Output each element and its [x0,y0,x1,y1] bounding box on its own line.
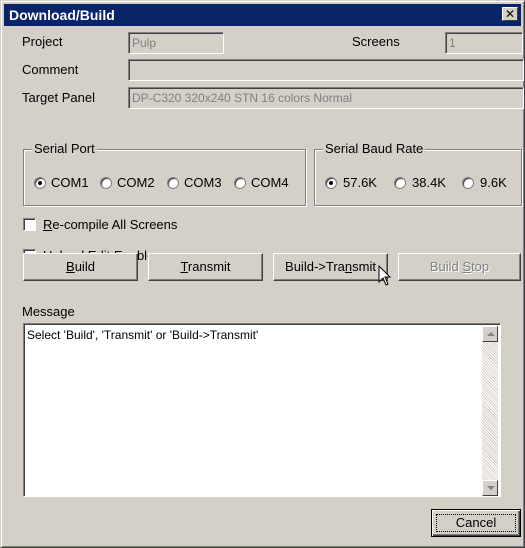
scroll-up-button[interactable] [482,326,498,342]
serial-port-title: Serial Port [32,141,97,156]
download-build-dialog: Download/Build ✕ Project Pulp Screens 1 … [0,0,525,548]
build-transmit-label-pre: Build->Tra [285,259,345,274]
com2-radio[interactable] [100,177,112,189]
build-transmit-label-rest: smit [352,259,376,274]
message-text: Select 'Build', 'Transmit' or 'Build->Tr… [27,328,259,342]
recompile-accesskey: R [43,217,53,232]
selected-dot-icon [38,181,42,185]
com1-radio[interactable] [34,177,46,189]
comment-label: Comment [22,62,79,77]
target-panel-label: Target Panel [22,90,95,105]
baud-57k-radio[interactable] [325,177,337,189]
project-field: Pulp [128,32,224,54]
build-button[interactable]: Build [23,253,138,281]
arrow-up-icon [487,332,495,336]
arrow-down-icon [487,486,495,490]
baud-9k-radio[interactable] [462,177,474,189]
recompile-checkbox[interactable] [23,218,36,231]
com4-radio[interactable] [234,177,246,189]
close-button[interactable]: ✕ [502,7,518,21]
transmit-button[interactable]: Transmit [148,253,263,281]
build-stop-button[interactable]: Build Stop [398,253,521,281]
message-label: Message [22,304,75,319]
serial-baud-title: Serial Baud Rate [323,141,426,156]
recompile-label[interactable]: Re-compile All Screens [43,217,177,232]
build-stop-accesskey: S [462,259,472,274]
project-label: Project [22,34,63,49]
screens-field: 1 [445,32,523,54]
com1-label[interactable]: COM1 [51,175,89,190]
baud-9k-label[interactable]: 9.6K [480,175,507,190]
build-stop-label-rest: top [471,259,490,274]
scroll-down-button[interactable] [482,480,498,496]
title-bar[interactable]: Download/Build ✕ [4,4,521,26]
mouse-cursor-icon [378,265,392,286]
build-label: uild [74,259,95,274]
build-stop-label-pre: Build [429,259,463,274]
message-scrollbar[interactable] [482,326,498,496]
comment-field [128,59,524,81]
screens-label: Screens [352,34,400,49]
com3-radio[interactable] [167,177,179,189]
selected-dot-icon [329,181,333,185]
recompile-label-text: e-compile All Screens [52,217,178,232]
transmit-label: ransmit [187,259,231,274]
build-transmit-button[interactable]: Build->Transmit [273,253,388,281]
close-icon: ✕ [504,7,516,21]
cancel-button[interactable]: Cancel [431,509,521,537]
focus-rectangle [436,514,516,532]
transmit-accesskey: T [180,259,188,274]
com4-label[interactable]: COM4 [251,175,289,190]
baud-57k-label[interactable]: 57.6K [343,175,377,190]
window-title: Download/Build [9,7,115,23]
target-panel-field: DP-C320 320x240 STN 16 colors Normal [128,87,524,109]
baud-38k-radio[interactable] [394,177,406,189]
com3-label[interactable]: COM3 [184,175,222,190]
message-textbox[interactable]: Select 'Build', 'Transmit' or 'Build->Tr… [23,323,501,497]
build-accesskey: B [66,259,75,274]
baud-38k-label[interactable]: 38.4K [412,175,446,190]
com2-label[interactable]: COM2 [117,175,155,190]
